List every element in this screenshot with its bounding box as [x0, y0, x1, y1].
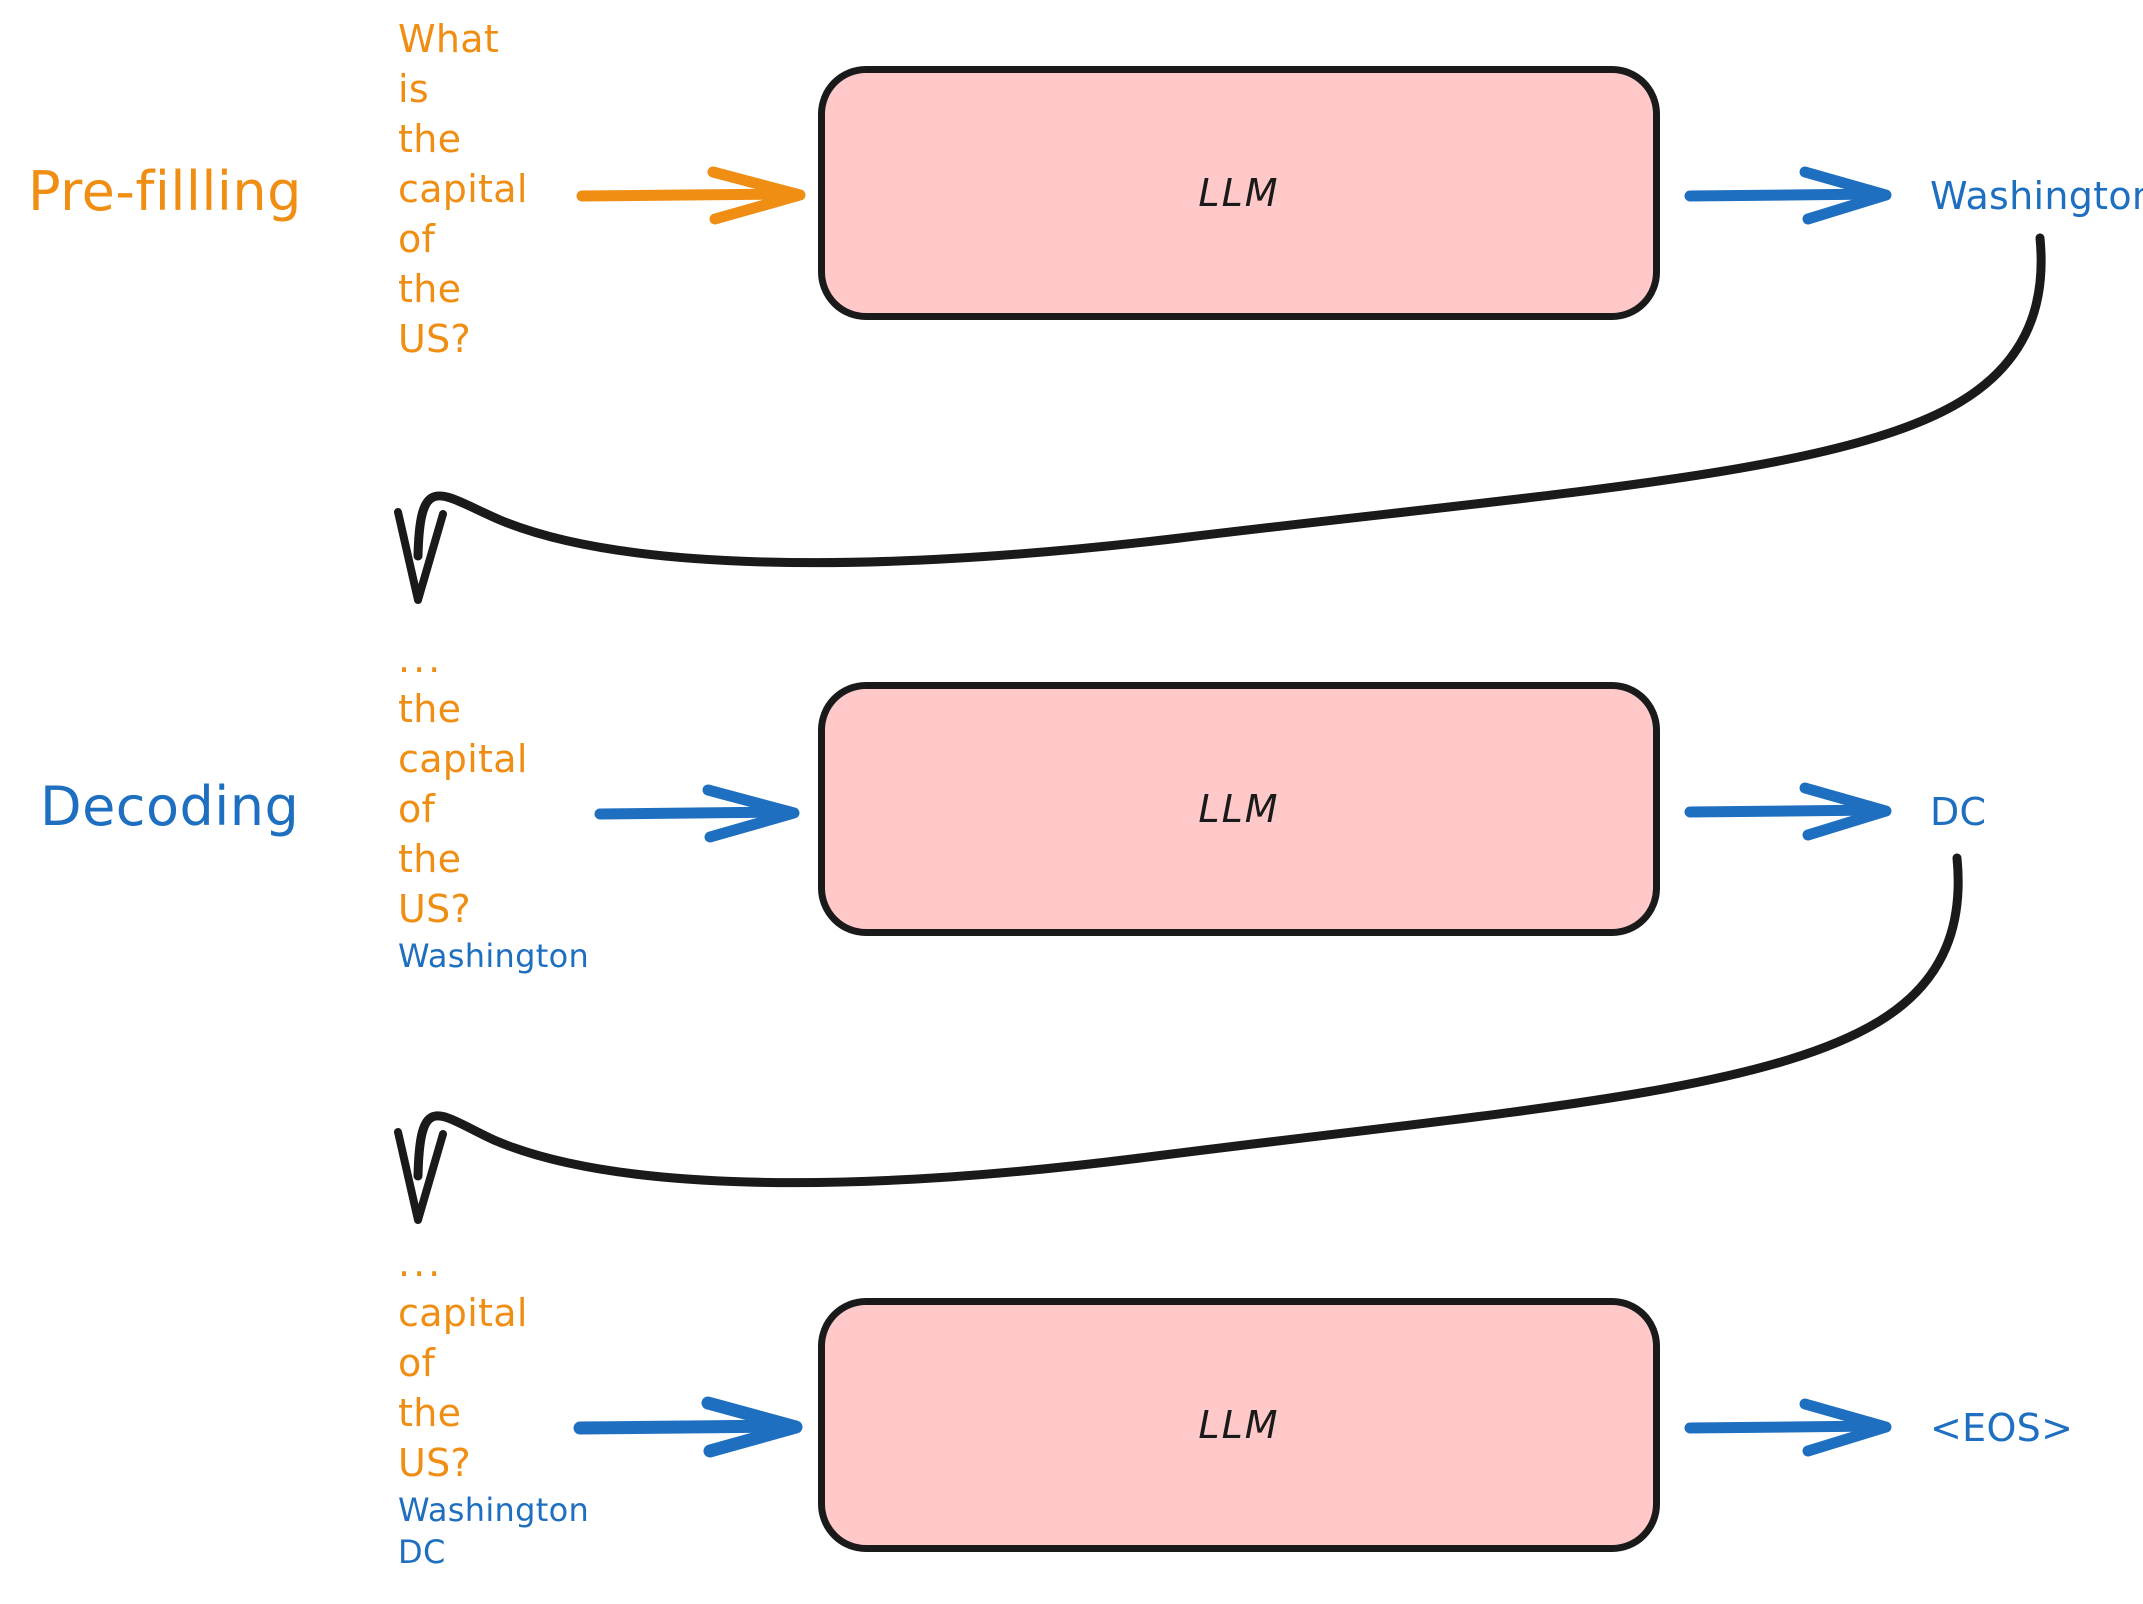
token-item: ...	[398, 637, 444, 681]
llm-box-label: LLM	[1198, 171, 1280, 215]
stage-1-output-arrow	[1684, 166, 1892, 225]
stage-2-token-list: ... the capital of the US? Washington	[398, 640, 589, 982]
stage-3-output-token: <EOS>	[1930, 1406, 2074, 1450]
token-item: US?	[398, 1441, 472, 1485]
token-item: of	[398, 787, 436, 831]
stage-2-input-arrow	[594, 784, 800, 843]
llm-box-label: LLM	[1198, 787, 1280, 831]
token-item: What	[398, 17, 500, 61]
stage-1-output-token: Washington	[1930, 174, 2143, 218]
token-item: DC	[398, 1533, 446, 1571]
stage-label-decoding: Decoding	[40, 775, 300, 838]
stage-3-output-arrow	[1684, 1398, 1892, 1457]
llm-box-stage-3[interactable]: LLM	[818, 1298, 1660, 1552]
stage-2-output-arrow	[1684, 782, 1892, 841]
stage-3-input-arrow	[573, 1396, 803, 1458]
stage-1-token-list: What is the capital of the US?	[398, 20, 528, 370]
token-item: capital	[398, 167, 528, 211]
stage-2-output-token: DC	[1930, 790, 1987, 834]
llm-box-stage-1[interactable]: LLM	[818, 66, 1660, 320]
token-item: Washington	[398, 1491, 590, 1529]
token-item: the	[398, 267, 462, 311]
token-item: US?	[398, 887, 472, 931]
token-item: the	[398, 837, 462, 881]
token-item: capital	[398, 737, 528, 781]
stage-label-prefilling: Pre-fillling	[28, 160, 302, 223]
token-item: the	[398, 1391, 462, 1435]
token-item: capital	[398, 1291, 528, 1335]
llm-box-stage-2[interactable]: LLM	[818, 682, 1660, 936]
token-item: is	[398, 67, 429, 111]
token-item: Washington	[398, 937, 590, 975]
token-item: of	[398, 1341, 436, 1385]
token-item: the	[398, 687, 462, 731]
llm-box-label: LLM	[1198, 1403, 1280, 1447]
stage-3-token-list: ... capital of the US? Washington DC	[398, 1244, 589, 1578]
token-item: ...	[398, 1241, 444, 1285]
token-item: the	[398, 117, 462, 161]
token-item: of	[398, 217, 436, 261]
token-item: US?	[398, 317, 472, 361]
stage-1-input-arrow	[576, 166, 806, 225]
